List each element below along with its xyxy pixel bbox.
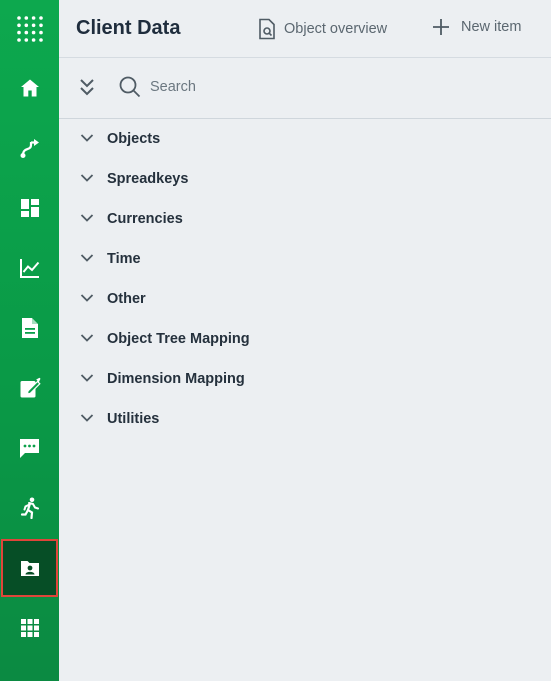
tree-item-label: Objects (107, 131, 161, 147)
tree-item-utilities[interactable]: Utilities (59, 399, 551, 439)
chevron-down-icon (80, 334, 94, 342)
sidebar-item-documents[interactable] (0, 298, 59, 358)
apps-grid-icon (20, 619, 39, 637)
sidebar-item-client-data[interactable] (1, 539, 58, 597)
grid-dots-icon (16, 15, 43, 42)
tree-item-label: Spreadkeys (107, 171, 189, 187)
tree-item-label: Dimension Mapping (107, 371, 245, 387)
plus-icon (433, 19, 449, 35)
app-launcher-button[interactable] (0, 0, 59, 57)
object-overview-button[interactable]: Object overview (258, 18, 387, 40)
tree-item-dimension-mapping[interactable]: Dimension Mapping (59, 359, 551, 399)
tree-item-label: Other (107, 291, 146, 307)
tree-item-spreadkeys[interactable]: Spreadkeys (59, 159, 551, 199)
tree-item-objects[interactable]: Objects (59, 119, 551, 159)
collapse-all-button[interactable] (78, 77, 98, 99)
double-chevron-down-icon (80, 79, 94, 96)
home-icon (20, 79, 39, 97)
run-icon (20, 497, 39, 519)
sidebar-item-home[interactable] (0, 58, 59, 118)
tree-item-object-tree-mapping[interactable]: Object Tree Mapping (59, 319, 551, 359)
contact-folder-icon (20, 561, 39, 576)
chevron-down-icon (80, 414, 94, 422)
document-search-icon (259, 18, 275, 40)
edit-icon (20, 377, 41, 398)
tree-item-currencies[interactable]: Currencies (59, 199, 551, 239)
object-overview-label: Object overview (284, 21, 388, 37)
page-header: Client Data Object overview New item (59, 0, 551, 58)
tree-item-label: Object Tree Mapping (107, 331, 250, 347)
sidebar-item-messages[interactable] (0, 418, 59, 478)
tree-item-label: Time (107, 251, 141, 267)
new-item-label: New item (461, 19, 522, 35)
chat-icon (20, 438, 39, 458)
tree-item-other[interactable]: Other (59, 279, 551, 319)
category-tree: Objects Spreadkeys Currencies Time Other… (59, 119, 551, 439)
new-item-button[interactable]: New item (432, 18, 521, 36)
chevron-down-icon (80, 174, 94, 182)
tree-item-label: Currencies (107, 211, 183, 227)
chevron-down-icon (80, 254, 94, 262)
sidebar-item-routes[interactable] (0, 118, 59, 178)
tree-toolbar: Search (59, 58, 551, 119)
tree-item-time[interactable]: Time (59, 239, 551, 279)
page-title: Client Data (76, 17, 181, 39)
route-icon (20, 139, 39, 158)
sidebar-item-analytics[interactable] (0, 238, 59, 298)
tree-item-label: Utilities (107, 411, 160, 427)
sidebar (0, 0, 59, 681)
document-icon (21, 318, 38, 338)
chevron-down-icon (80, 214, 94, 222)
dashboard-icon (20, 199, 39, 217)
sidebar-item-edit[interactable] (0, 358, 59, 418)
chevron-down-icon (80, 294, 94, 302)
search-icon (119, 76, 141, 98)
sidebar-item-dashboard[interactable] (0, 178, 59, 238)
chart-line-icon (19, 259, 39, 278)
sidebar-item-activity[interactable] (0, 478, 59, 538)
chevron-down-icon (80, 134, 94, 142)
search-input[interactable]: Search (119, 76, 196, 98)
sidebar-item-apps[interactable] (0, 598, 59, 658)
chevron-down-icon (80, 374, 94, 382)
search-placeholder: Search (150, 79, 196, 95)
